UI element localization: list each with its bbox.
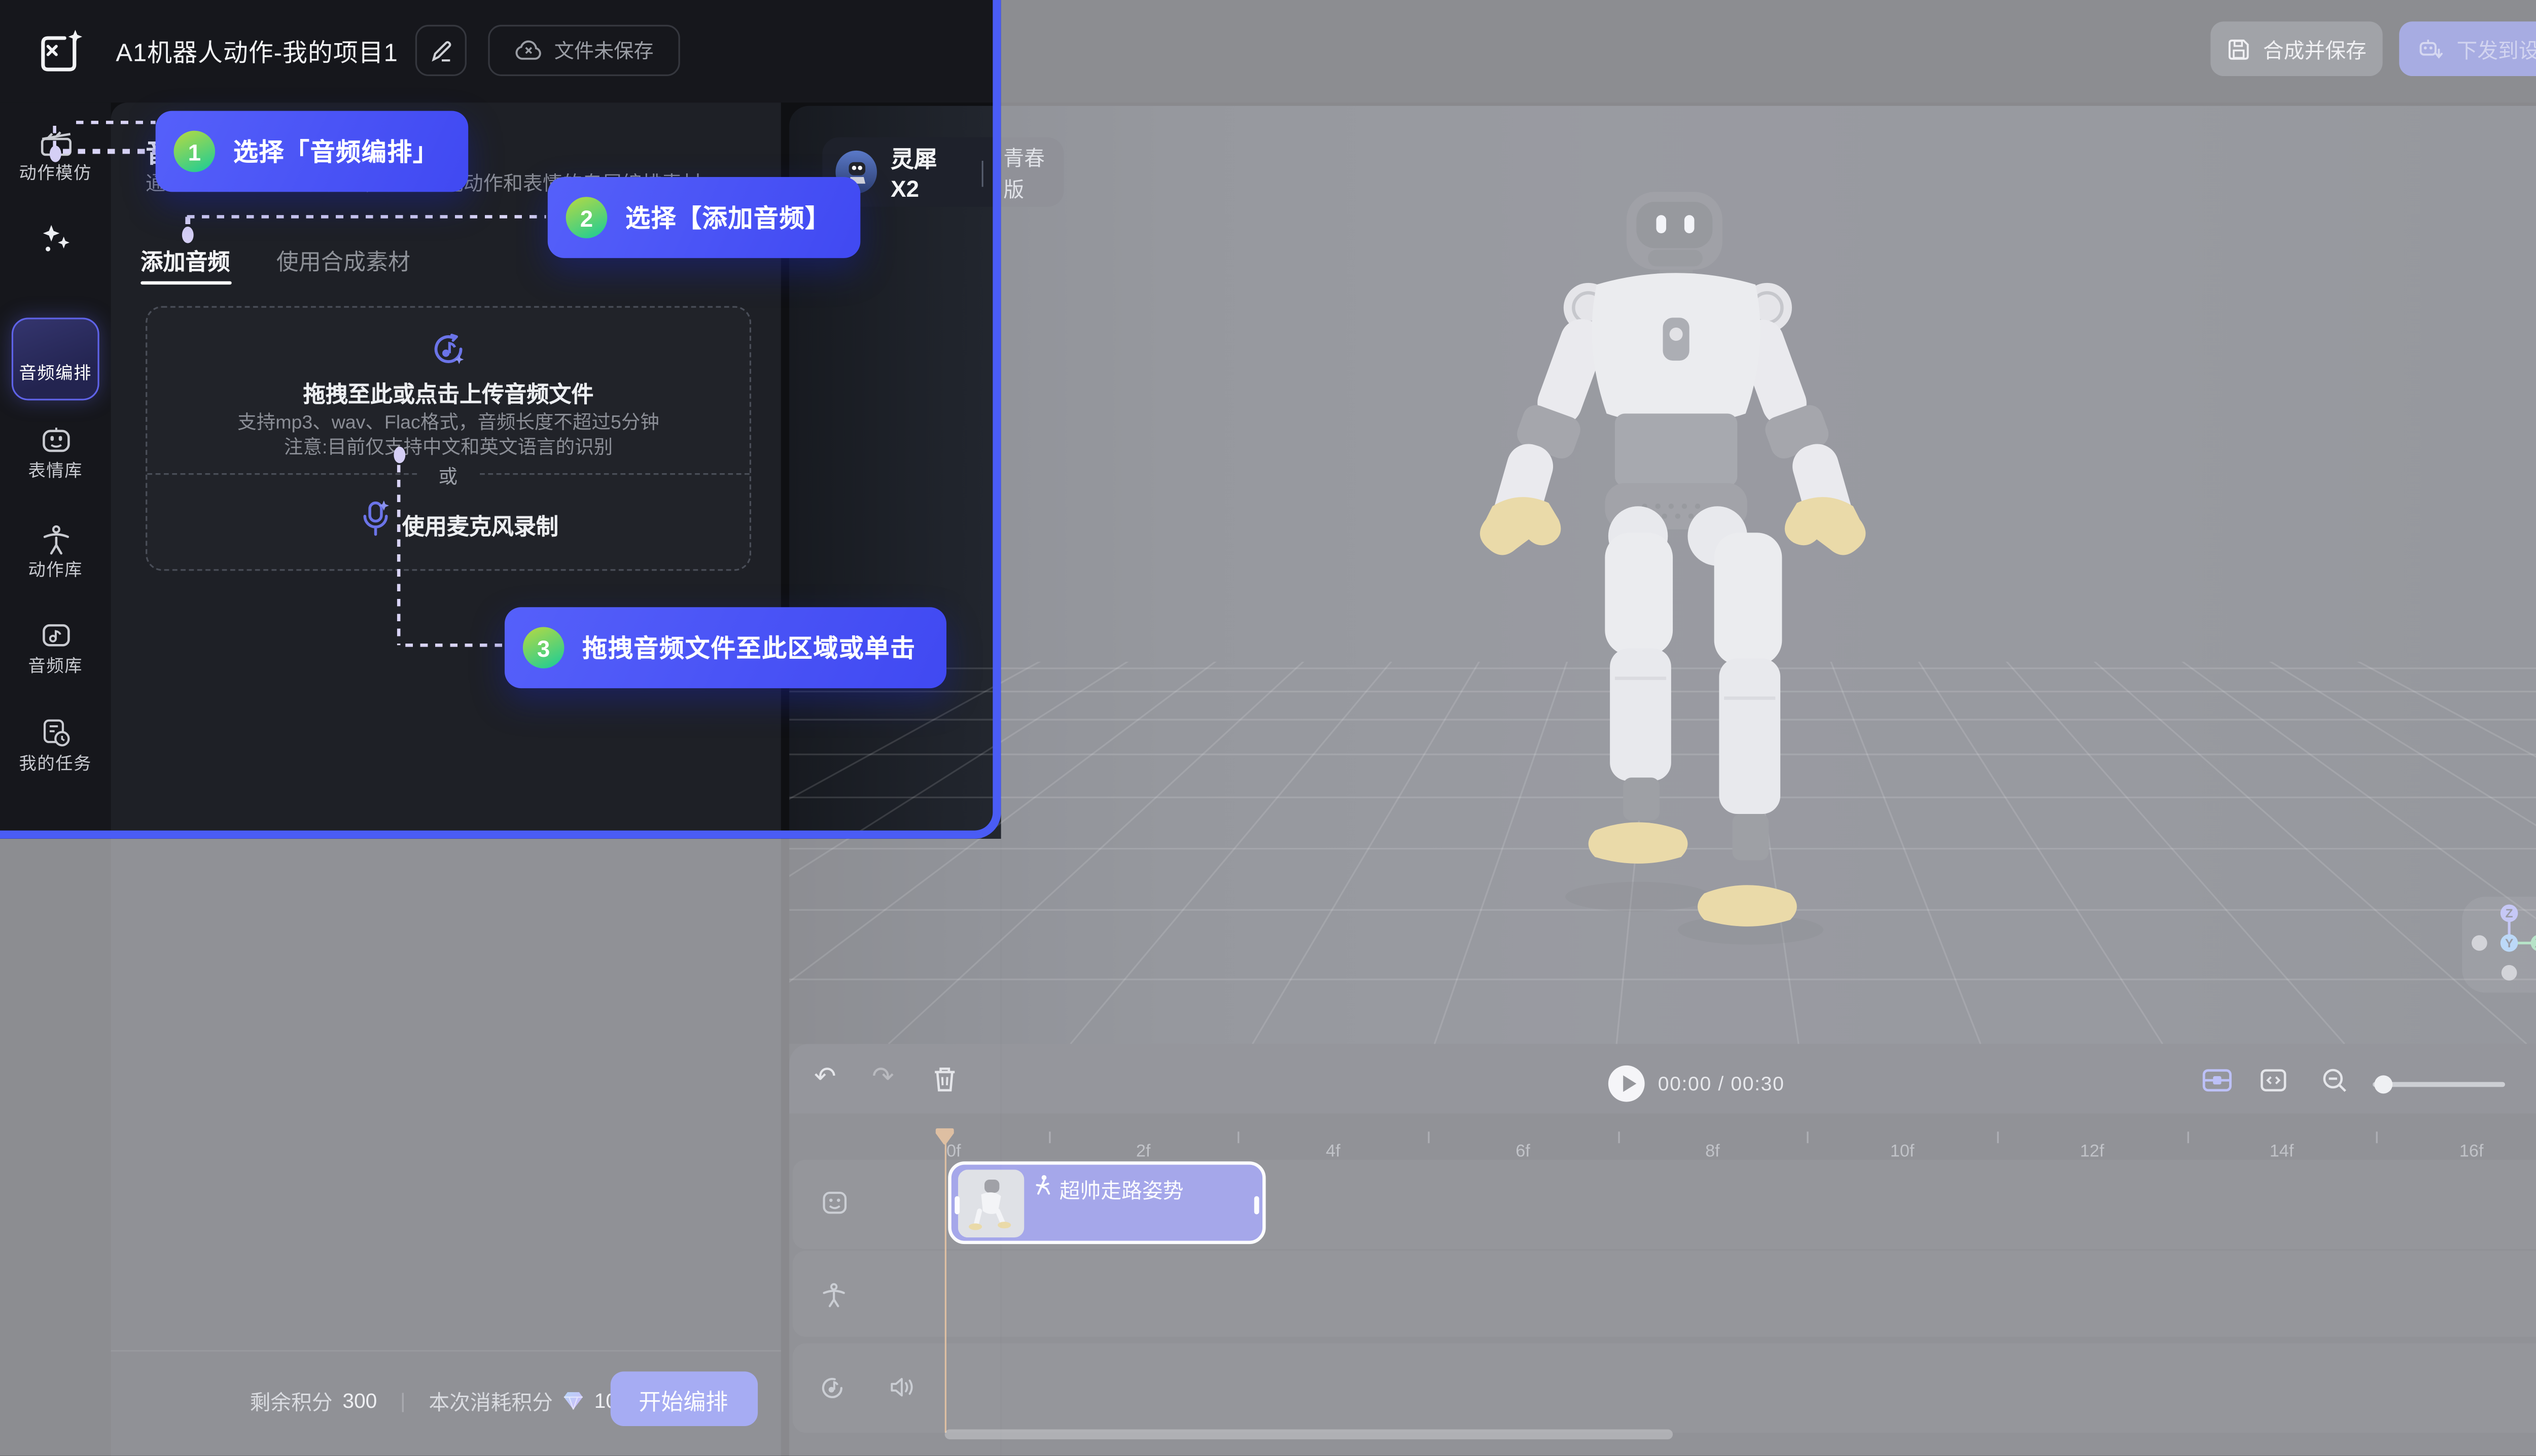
robot-name: 灵犀X2 [891, 143, 963, 202]
file-unsaved-label: 文件未保存 [554, 37, 654, 64]
sidebar-item-audio-library[interactable]: 音频库 [0, 654, 111, 679]
connector-step3-vertical [397, 465, 401, 646]
mic-record-icon [359, 500, 392, 538]
step-3-number: 3 [523, 627, 565, 668]
my-tasks-icon [42, 718, 72, 748]
file-unsaved-status[interactable]: 文件未保存 [488, 25, 680, 76]
tab-use-synth-material[interactable]: 使用合成素材 [276, 243, 410, 276]
divider-dash-left [147, 474, 417, 475]
tutorial-step-3: 3 拖拽音频文件至此区域或单击 [505, 607, 945, 688]
sidebar-item-audio-arrange-active[interactable] [12, 317, 99, 400]
sidebar-item-expression-library[interactable]: 表情库 [0, 458, 111, 483]
connector-step2-dot [182, 227, 194, 243]
upload-hint-format: 支持mp3、wav、Flac格式，音频长度不超过5分钟 [146, 409, 751, 435]
connector-step1-top [76, 120, 156, 124]
sidebar-item-my-tasks[interactable]: 我的任务 [0, 751, 111, 776]
sidebar-item-motion-imitation[interactable]: 动作模仿 [0, 160, 111, 185]
upload-title: 拖拽至此或点击上传音频文件 [146, 376, 751, 409]
rename-button[interactable] [415, 25, 467, 76]
sidebar-label: 动作模仿 [19, 163, 92, 183]
sidebar-label: 表情库 [28, 461, 83, 481]
upload-hint-note: 注意:目前仅支持中文和英文语言的识别 [146, 433, 751, 459]
robot-name-divider: │ [977, 160, 991, 185]
app-root: 灵犀X2 │ 青春版 Z Y X ↶ ↷ [0, 0, 2536, 1456]
sidebar-label: 我的任务 [19, 755, 92, 774]
connector-step3-horizontal [405, 643, 505, 647]
step-2-number: 2 [566, 197, 608, 238]
connector-step1-vertical [53, 126, 57, 147]
tab-active-underline [140, 280, 231, 285]
connector-step2-horizontal [187, 215, 546, 219]
cloud-unsaved-icon [514, 40, 542, 61]
project-title: A1机器人动作-我的项目1 [116, 35, 398, 70]
step-3-text: 拖拽音频文件至此区域或单击 [582, 630, 915, 665]
app-logo [33, 25, 86, 78]
mic-record-label[interactable]: 使用麦克风录制 [402, 508, 558, 541]
step-2-text: 选择【添加音频】 [625, 200, 831, 235]
step-1-number: 1 [174, 131, 216, 172]
audio-library-icon [42, 620, 72, 650]
connector-step1-bottom [63, 149, 156, 153]
sidebar-label: 音频库 [28, 657, 83, 677]
sidebar-item-action-library[interactable]: 动作库 [0, 557, 111, 582]
sidebar-label: 动作库 [28, 561, 83, 581]
pencil-icon [430, 39, 453, 62]
tab-add-audio[interactable]: 添加音频 [140, 243, 230, 276]
sidebar-label: 音频编排 [19, 364, 92, 384]
sidebar-item-audio-arrange-label[interactable]: 音频编排 [0, 361, 111, 385]
upload-audio-icon [430, 331, 467, 367]
or-label: 或 [438, 463, 457, 489]
tutorial-step-2: 2 选择【添加音频】 [548, 177, 861, 258]
action-library-icon [42, 524, 72, 556]
audio-arrange-icon [40, 223, 73, 253]
step-1-text: 选择「音频编排」 [233, 134, 439, 169]
tutorial-dim-overlay-right [1001, 0, 2536, 1456]
tutorial-step-1: 1 选择「音频编排」 [156, 111, 469, 192]
connector-step2-stub [186, 217, 190, 227]
tutorial-dim-overlay-bottom [0, 839, 1001, 1456]
expression-library-icon [42, 427, 72, 453]
divider-dash-right [480, 474, 750, 475]
